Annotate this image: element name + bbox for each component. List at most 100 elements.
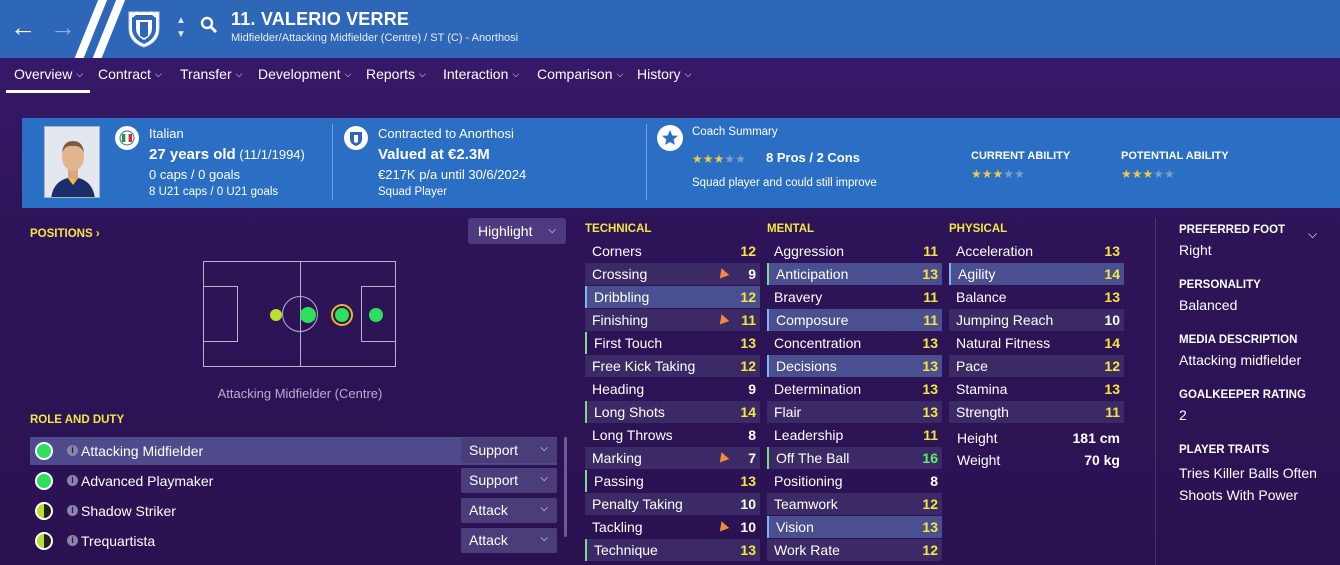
attribute-value: 8: [930, 473, 938, 489]
attribute-row[interactable]: Vision 13: [767, 516, 942, 538]
attribute-name: Passing: [594, 473, 644, 489]
attribute-row[interactable]: Agility 14: [949, 263, 1124, 285]
attribute-row[interactable]: Acceleration 13: [949, 240, 1124, 262]
roles-scrollbar[interactable]: [564, 437, 567, 537]
tab-overview[interactable]: Overview ⌵: [14, 66, 83, 82]
attribute-row[interactable]: Teamwork 12: [767, 493, 942, 515]
attribute-row[interactable]: Flair 13: [767, 401, 942, 423]
position-dot-m: [270, 309, 282, 321]
tab-transfer[interactable]: Transfer ⌵: [180, 66, 242, 82]
attribute-row[interactable]: Passing 13: [585, 470, 760, 492]
attribute-name: Determination: [774, 381, 862, 397]
search-icon[interactable]: [200, 16, 218, 39]
attribute-row[interactable]: Off The Ball 16: [767, 447, 942, 469]
weight-row: Weight 70 kg: [957, 452, 1127, 468]
info-icon[interactable]: i: [67, 445, 78, 456]
attribute-row[interactable]: Stamina 13: [949, 378, 1124, 400]
attribute-row[interactable]: Technique 13: [585, 539, 760, 561]
role-row[interactable]: i Advanced Playmaker Support ⌵: [30, 467, 557, 495]
attribute-row[interactable]: Tackling 10: [585, 516, 760, 538]
attribute-row[interactable]: Heading 9: [585, 378, 760, 400]
attribute-row[interactable]: Long Throws 8: [585, 424, 760, 446]
attribute-name: Work Rate: [774, 542, 840, 558]
attribute-value: 9: [748, 266, 756, 282]
back-arrow-icon[interactable]: ←: [10, 12, 36, 42]
attribute-value: 14: [740, 404, 756, 420]
attribute-row[interactable]: Decisions 13: [767, 355, 942, 377]
attribute-row[interactable]: Concentration 13: [767, 332, 942, 354]
attribute-name: Long Shots: [594, 404, 665, 420]
current-ability-label: CURRENT ABILITY: [971, 150, 1071, 162]
attribute-row[interactable]: Anticipation 13: [767, 263, 942, 285]
position-dot-st2: [369, 308, 383, 322]
attribute-row[interactable]: Corners 12: [585, 240, 760, 262]
tab-contract[interactable]: Contract ⌵: [98, 66, 162, 82]
attribute-row[interactable]: Penalty Taking 10: [585, 493, 760, 515]
tab-development[interactable]: Development ⌵: [258, 66, 351, 82]
attribute-row[interactable]: Free Kick Taking 12: [585, 355, 760, 377]
attribute-row[interactable]: Determination 13: [767, 378, 942, 400]
attribute-row[interactable]: Crossing 9: [585, 263, 760, 285]
duty-dropdown[interactable]: Attack ⌵: [461, 528, 557, 553]
info-icon[interactable]: i: [67, 475, 78, 486]
duty-dropdown[interactable]: Support ⌵: [461, 438, 557, 463]
attribute-row[interactable]: Work Rate 12: [767, 539, 942, 561]
physical-header: PHYSICAL: [949, 223, 1008, 235]
attribute-row[interactable]: Marking 7: [585, 447, 760, 469]
attribute-row[interactable]: Composure 11: [767, 309, 942, 331]
coach-star-icon: [657, 125, 683, 151]
attribute-value: 11: [923, 243, 938, 259]
attribute-value: 10: [740, 519, 756, 535]
info-icon[interactable]: i: [67, 505, 78, 516]
tab-comparison[interactable]: Comparison ⌵: [537, 66, 623, 82]
divider: [332, 124, 333, 200]
attribute-row[interactable]: Leadership 11: [767, 424, 942, 446]
role-name: Shadow Striker: [81, 503, 176, 519]
player-photo: [44, 126, 100, 198]
role-row[interactable]: i Shadow Striker Attack ⌵: [30, 497, 557, 525]
tab-interaction[interactable]: Interaction ⌵: [443, 66, 519, 82]
attribute-row[interactable]: Balance 13: [949, 286, 1124, 308]
preferred-foot-label: PREFERRED FOOT: [1179, 224, 1286, 236]
chevron-down-icon[interactable]: ⌵: [1308, 227, 1317, 242]
attribute-row[interactable]: Natural Fitness 14: [949, 332, 1124, 354]
role-row[interactable]: i Attacking Midfielder Support ⌵: [30, 437, 557, 465]
squad-status: Squad Player: [378, 186, 448, 198]
highlight-dropdown[interactable]: Highlight ⌵: [468, 218, 566, 244]
attribute-row[interactable]: Aggression 11: [767, 240, 942, 262]
attribute-row[interactable]: First Touch 13: [585, 332, 760, 354]
pitch-left-box: [204, 286, 238, 342]
forward-arrow-icon[interactable]: →: [50, 12, 76, 42]
attribute-value: 13: [740, 473, 756, 489]
attribute-name: Marking: [592, 450, 642, 466]
tab-reports[interactable]: Reports ⌵: [366, 66, 426, 82]
role-suitability-icon: [35, 442, 53, 460]
role-row[interactable]: i Trequartista Attack ⌵: [30, 527, 557, 555]
positions-link[interactable]: POSITIONS ›: [30, 224, 100, 242]
trend-up-icon: [716, 450, 730, 463]
info-icon[interactable]: i: [67, 535, 78, 546]
attribute-row[interactable]: Pace 12: [949, 355, 1124, 377]
tab-history[interactable]: History ⌵: [637, 66, 691, 82]
chevron-down-icon: ⌵: [616, 69, 624, 79]
duty-dropdown[interactable]: Attack ⌵: [461, 498, 557, 523]
chevron-down-icon: ⌵: [344, 69, 352, 79]
attribute-row[interactable]: Bravery 11: [767, 286, 942, 308]
attribute-value: 12: [922, 542, 938, 558]
attribute-name: Finishing: [592, 312, 649, 328]
attribute-value: 13: [922, 519, 938, 535]
attribute-row[interactable]: Strength 11: [949, 401, 1124, 423]
attribute-name: Decisions: [776, 358, 837, 374]
attribute-row[interactable]: Finishing 11: [585, 309, 760, 331]
prev-next-player-icon[interactable]: ▲ ▼: [176, 14, 186, 42]
role-suitability-icon: [35, 532, 53, 550]
attribute-row[interactable]: Dribbling 12: [585, 286, 760, 308]
valued-at: Valued at €2.3M: [378, 146, 490, 163]
attribute-row[interactable]: Long Shots 14: [585, 401, 760, 423]
attribute-row[interactable]: Positioning 8: [767, 470, 942, 492]
pros-cons[interactable]: 8 Pros / 2 Cons: [766, 150, 860, 165]
attribute-row[interactable]: Jumping Reach 10: [949, 309, 1124, 331]
height-value: 181 cm: [1072, 430, 1120, 446]
attribute-value: 9: [748, 381, 756, 397]
duty-dropdown[interactable]: Support ⌵: [461, 468, 557, 493]
